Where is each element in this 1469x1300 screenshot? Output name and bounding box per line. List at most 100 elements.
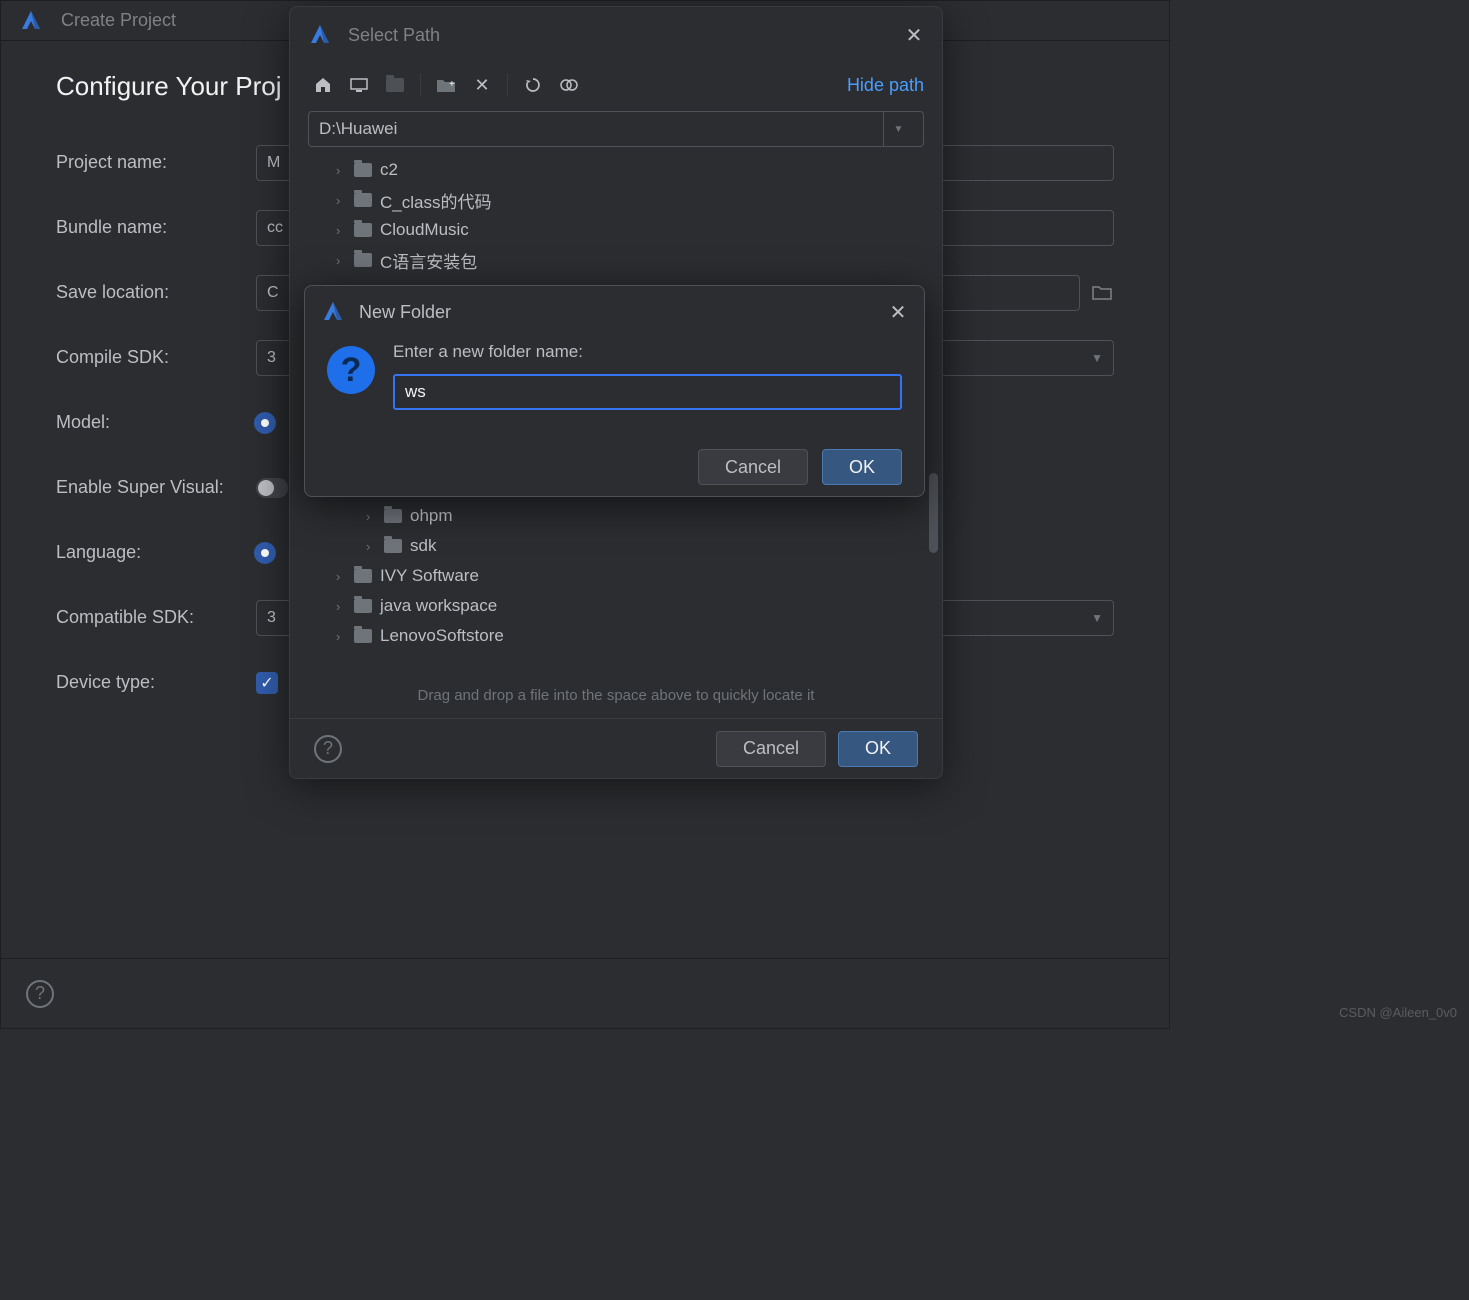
tree-item-label: C_class的代码: [380, 188, 491, 213]
new-folder-title: New Folder: [359, 302, 874, 323]
tree-item[interactable]: › C语言安装包: [298, 245, 942, 275]
label-model: Model:: [56, 412, 256, 433]
new-folder-cancel-button[interactable]: Cancel: [698, 449, 808, 485]
folder-icon: [354, 599, 372, 613]
question-icon: ?: [327, 346, 375, 394]
select-path-footer: ? Cancel OK: [290, 718, 942, 778]
chevron-right-icon: ›: [336, 193, 346, 208]
watermark: CSDN @Aileen_0v0: [1339, 1005, 1457, 1020]
tree-item-label: LenovoSoftstore: [380, 626, 504, 646]
select-path-cancel-button[interactable]: Cancel: [716, 731, 826, 767]
tree-item[interactable]: › IVY Software: [298, 561, 942, 591]
tree-item[interactable]: › ohpm: [298, 501, 942, 531]
language-radio[interactable]: [256, 544, 274, 562]
folder-icon: [354, 253, 372, 267]
new-folder-ok-button[interactable]: OK: [822, 449, 902, 485]
tree-item[interactable]: › sdk: [298, 531, 942, 561]
path-dropdown-button[interactable]: ▼: [883, 112, 913, 146]
label-save-location: Save location:: [56, 282, 256, 303]
browse-folder-button[interactable]: [1090, 281, 1114, 305]
chevron-down-icon: ▼: [1091, 611, 1103, 625]
home-icon: [314, 76, 332, 94]
desktop-icon: [350, 78, 368, 92]
chevron-right-icon: ›: [336, 629, 346, 644]
new-folder-titlebar: New Folder ✕: [305, 286, 924, 338]
folder-icon: [354, 223, 372, 237]
chevron-right-icon: ›: [336, 253, 346, 268]
chevron-right-icon: ›: [366, 509, 376, 524]
select-path-title: Select Path: [348, 25, 888, 46]
tree-item-label: C语言安装包: [380, 248, 477, 273]
new-folder-icon: +: [436, 77, 456, 93]
path-input[interactable]: D:\Huawei ▼: [308, 111, 924, 147]
label-project-name: Project name:: [56, 152, 256, 173]
select-path-ok-button[interactable]: OK: [838, 731, 918, 767]
svg-text:+: +: [449, 79, 455, 90]
new-folder-close-button[interactable]: ✕: [888, 302, 908, 322]
select-path-titlebar: Select Path ✕: [290, 7, 942, 63]
folder-icon: [354, 163, 372, 177]
toolbar-separator: [420, 74, 421, 96]
hide-path-link[interactable]: Hide path: [847, 75, 924, 96]
folder-icon: [354, 629, 372, 643]
tree-item-label: CloudMusic: [380, 220, 469, 240]
label-compile-sdk: Compile SDK:: [56, 347, 256, 368]
tree-item[interactable]: › c2: [298, 155, 942, 185]
new-folder-button[interactable]: +: [431, 70, 461, 100]
tree-item[interactable]: › LenovoSoftstore: [298, 621, 942, 651]
chevron-right-icon: ›: [336, 163, 346, 178]
new-folder-name-input[interactable]: [393, 374, 902, 410]
new-folder-prompt: Enter a new folder name:: [393, 342, 902, 362]
refresh-button[interactable]: [518, 70, 548, 100]
new-folder-footer: Cancel OK: [305, 438, 924, 496]
tree-item-label: sdk: [410, 536, 436, 556]
chevron-down-icon: ▼: [894, 124, 904, 135]
folder-icon: [384, 539, 402, 553]
tree-item[interactable]: ›CloudMusic: [298, 215, 942, 245]
project-button[interactable]: [380, 70, 410, 100]
model-radio[interactable]: [256, 414, 274, 432]
delete-button[interactable]: ✕: [467, 70, 497, 100]
tree-item-label: c2: [380, 160, 398, 180]
super-visual-toggle[interactable]: [256, 478, 288, 498]
show-hidden-button[interactable]: [554, 70, 584, 100]
select-path-help-button[interactable]: ?: [314, 735, 342, 763]
chevron-right-icon: ›: [336, 599, 346, 614]
tree-scrollbar[interactable]: [929, 473, 938, 553]
path-value: D:\Huawei: [319, 119, 397, 139]
combo-compile-sdk-value: 3: [267, 349, 276, 367]
tree-item-label: IVY Software: [380, 566, 479, 586]
chevron-right-icon: ›: [366, 539, 376, 554]
close-icon: ✕: [474, 75, 489, 96]
label-super-visual: Enable Super Visual:: [56, 477, 256, 498]
main-window-title: Create Project: [61, 10, 176, 31]
device-type-checkbox[interactable]: ✓: [256, 672, 278, 694]
app-logo-icon: [308, 23, 332, 47]
label-device-type: Device type:: [56, 672, 256, 693]
combo-compatible-sdk-value: 3: [267, 609, 276, 627]
tree-item[interactable]: › java workspace: [298, 591, 942, 621]
select-path-toolbar: + ✕ Hide path: [290, 63, 942, 107]
chevron-right-icon: ›: [336, 569, 346, 584]
folder-icon: [384, 509, 402, 523]
folder-icon: [354, 193, 372, 207]
folder-icon: [386, 78, 404, 92]
help-button[interactable]: ?: [26, 980, 54, 1008]
tree-item-label: ohpm: [410, 506, 453, 526]
new-folder-dialog: New Folder ✕ ? Enter a new folder name: …: [304, 285, 925, 497]
label-language: Language:: [56, 542, 256, 563]
label-compatible-sdk: Compatible SDK:: [56, 607, 256, 628]
app-logo-icon: [321, 300, 345, 324]
toolbar-separator: [507, 74, 508, 96]
chevron-down-icon: ▼: [1091, 351, 1103, 365]
refresh-icon: [524, 76, 542, 94]
desktop-button[interactable]: [344, 70, 374, 100]
select-path-close-button[interactable]: ✕: [904, 25, 924, 45]
home-button[interactable]: [308, 70, 338, 100]
folder-icon: [354, 569, 372, 583]
tree-item[interactable]: › C_class的代码: [298, 185, 942, 215]
tree-item-label: java workspace: [380, 596, 497, 616]
folder-open-icon: [1092, 285, 1112, 301]
new-folder-body: ? Enter a new folder name:: [305, 338, 924, 438]
main-footer: ?: [1, 958, 1169, 1028]
